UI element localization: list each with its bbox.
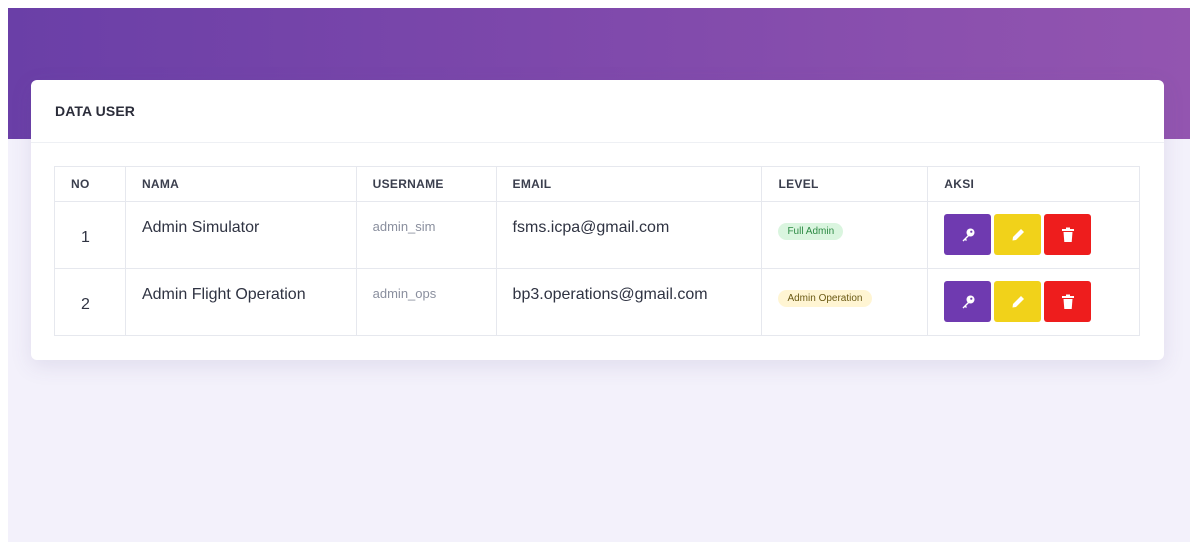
row-no: 1 xyxy=(54,201,126,269)
page-frame: DATA USER NO NAMA USERNAME EMAIL LEVEL A… xyxy=(8,8,1190,542)
data-user-card: DATA USER NO NAMA USERNAME EMAIL LEVEL A… xyxy=(31,80,1164,360)
edit-button[interactable] xyxy=(994,214,1042,255)
level-badge: Admin Operation xyxy=(778,290,872,307)
row-actions xyxy=(927,268,1140,336)
delete-button[interactable] xyxy=(1044,214,1092,255)
header-aksi: AKSI xyxy=(927,166,1140,202)
card-divider xyxy=(31,142,1164,143)
trash-icon xyxy=(1061,227,1074,242)
pencil-icon xyxy=(1012,295,1024,307)
row-nama: Admin Flight Operation xyxy=(124,268,357,336)
row-no: 2 xyxy=(54,268,126,336)
key-icon xyxy=(962,295,975,308)
row-email: fsms.icpa@gmail.com xyxy=(495,201,763,269)
header-email: EMAIL xyxy=(495,166,763,202)
key-icon xyxy=(962,228,975,241)
trash-icon xyxy=(1061,294,1074,309)
change-password-button[interactable] xyxy=(944,281,992,322)
delete-button[interactable] xyxy=(1044,281,1092,322)
row-nama: Admin Simulator xyxy=(124,201,357,269)
card-title: DATA USER xyxy=(55,103,135,119)
table-row: 2 Admin Flight Operation admin_ops bp3.o… xyxy=(54,268,1140,336)
change-password-button[interactable] xyxy=(944,214,992,255)
row-email: bp3.operations@gmail.com xyxy=(495,268,763,336)
row-username: admin_sim xyxy=(355,201,497,269)
header-username: USERNAME xyxy=(355,166,497,202)
header-no: NO xyxy=(54,166,126,202)
row-level-cell: Admin Operation xyxy=(761,268,929,336)
table-row: 1 Admin Simulator admin_sim fsms.icpa@gm… xyxy=(54,201,1140,269)
table-header-row: NO NAMA USERNAME EMAIL LEVEL AKSI xyxy=(54,166,1140,202)
row-actions xyxy=(927,201,1140,269)
row-level-cell: Full Admin xyxy=(761,201,929,269)
row-username: admin_ops xyxy=(355,268,497,336)
edit-button[interactable] xyxy=(994,281,1042,322)
pencil-icon xyxy=(1012,228,1024,240)
header-nama: NAMA xyxy=(124,166,357,202)
level-badge: Full Admin xyxy=(778,223,844,240)
user-table: NO NAMA USERNAME EMAIL LEVEL AKSI 1 Admi… xyxy=(54,166,1140,336)
header-level: LEVEL xyxy=(761,166,929,202)
